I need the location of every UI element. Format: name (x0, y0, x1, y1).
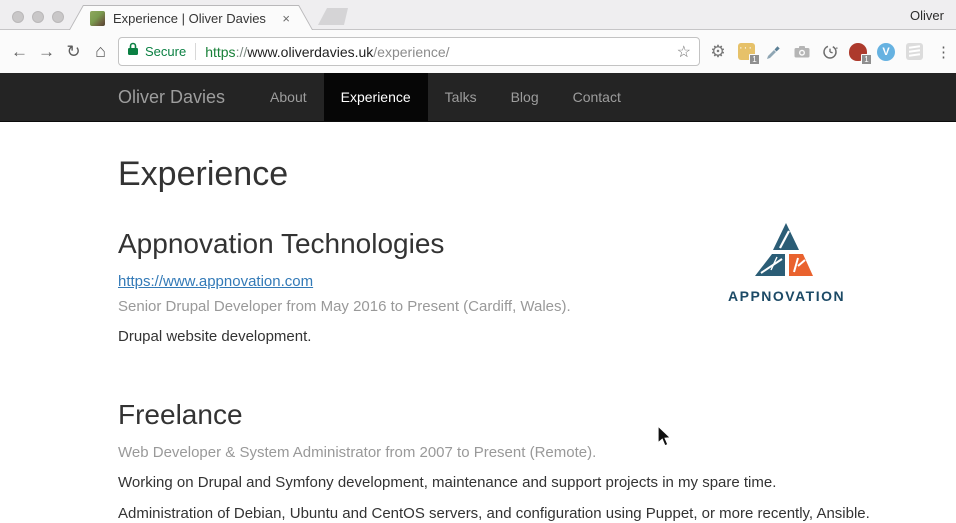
site-brand[interactable]: Oliver Davies (118, 73, 225, 121)
url-host: www.oliverdavies.uk (247, 44, 373, 60)
window-controls (12, 11, 64, 23)
appnovation-logo-mark (728, 222, 844, 280)
notes-extension-badge: 1 (749, 54, 760, 65)
nav-item-blog[interactable]: Blog (494, 73, 556, 121)
notes-extension-icon[interactable]: ··· 1 (735, 41, 757, 63)
browser-window: Experience | Oliver Davies × Oliver ← → … (0, 0, 956, 523)
secure-lock-icon[interactable] (127, 42, 139, 61)
nav-item-talks[interactable]: Talks (428, 73, 494, 121)
back-button[interactable]: ← (6, 42, 33, 62)
extension-icons: ⚙ ··· 1 (707, 41, 953, 63)
appnovation-link[interactable]: https://www.appnovation.com (118, 273, 313, 290)
role-subtitle: Web Developer & System Administrator fro… (118, 444, 886, 461)
minimize-window-button[interactable] (32, 11, 44, 23)
section-paragraph: Working on Drupal and Symfony developmen… (118, 474, 886, 491)
chrome-menu-icon[interactable]: ⋮ (931, 41, 953, 63)
url-text[interactable]: https://www.oliverdavies.uk/experience/ (205, 44, 670, 60)
close-window-button[interactable] (12, 11, 24, 23)
address-bar[interactable]: Secure https://www.oliverdavies.uk/exper… (118, 37, 700, 66)
url-path: /experience/ (373, 44, 449, 60)
omnibox-divider (195, 43, 196, 60)
tab-close-icon[interactable]: × (282, 12, 290, 25)
gear-extension-icon[interactable]: ⚙ (707, 41, 729, 63)
timer-extension-icon[interactable] (819, 41, 841, 63)
reload-button[interactable]: ↻ (60, 42, 87, 62)
site-favicon (90, 11, 105, 26)
experience-section-freelance: Freelance Web Developer & System Adminis… (118, 399, 886, 522)
home-button[interactable]: ⌂ (87, 41, 114, 62)
nav-item-contact[interactable]: Contact (556, 73, 638, 121)
url-separator: :// (236, 44, 248, 60)
todoist-extension-icon[interactable] (903, 41, 925, 63)
security-label[interactable]: Secure (145, 44, 186, 59)
profile-name[interactable]: Oliver (910, 8, 944, 23)
red-extension-icon[interactable]: 1 (847, 41, 869, 63)
page-title: Experience (118, 155, 886, 194)
new-tab-button[interactable] (318, 8, 348, 25)
eyedropper-extension-icon[interactable] (763, 41, 785, 63)
mouse-cursor (656, 425, 672, 449)
browser-toolbar: ← → ↻ ⌂ Secure https://www.oliverdavies.… (0, 30, 956, 73)
browser-tab[interactable]: Experience | Oliver Davies × (70, 6, 312, 30)
vimium-extension-icon[interactable]: V (875, 41, 897, 63)
forward-button[interactable]: → (33, 42, 60, 62)
section-paragraph: Drupal website development. (118, 328, 886, 345)
page-content: Experience Appnovation Technologies http… (0, 122, 956, 523)
tab-strip: Experience | Oliver Davies × Oliver (0, 0, 956, 30)
zoom-window-button[interactable] (52, 11, 64, 23)
nav-item-about[interactable]: About (253, 73, 324, 121)
nav-item-experience[interactable]: Experience (324, 73, 428, 121)
site-navbar: Oliver Davies About Experience Talks Blo… (0, 73, 956, 122)
appnovation-logo: APPNOVATION (728, 222, 844, 304)
bookmark-star-icon[interactable]: ☆ (677, 42, 691, 62)
red-extension-badge: 1 (861, 54, 872, 65)
camera-extension-icon[interactable] (791, 41, 813, 63)
section-paragraph: Administration of Debian, Ubuntu and Cen… (118, 505, 886, 522)
url-scheme: https (205, 44, 235, 60)
appnovation-logo-text: APPNOVATION (728, 288, 844, 304)
tab-title: Experience | Oliver Davies (113, 11, 282, 26)
section-heading: Freelance (118, 399, 886, 431)
